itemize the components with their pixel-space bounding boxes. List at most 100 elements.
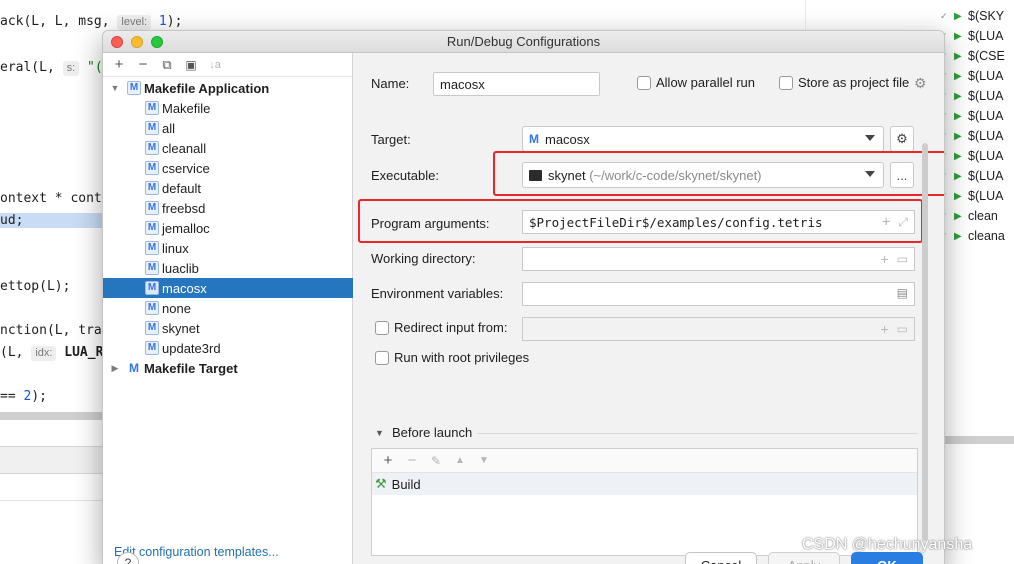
code-line-highlighted: ud;	[0, 213, 102, 228]
tree-group-makefile-application[interactable]: ▼ M Makefile Application	[103, 78, 353, 98]
configuration-item[interactable]: Mlinux	[103, 238, 353, 258]
gear-icon: ⚙	[896, 131, 908, 146]
allow-parallel-checkbox[interactable]	[637, 76, 651, 90]
configuration-item-label: Makefile	[162, 100, 211, 116]
make-target-item[interactable]: ✓▶$(LUA	[940, 186, 1003, 206]
configuration-item[interactable]: Mskynet	[103, 318, 353, 338]
chevron-down-icon	[865, 135, 875, 141]
configuration-item[interactable]: Mcleanall	[103, 138, 353, 158]
plus-icon[interactable]: +	[880, 251, 888, 267]
remove-configuration-button[interactable]: −	[133, 55, 153, 75]
root-privileges-label: Run with root privileges	[394, 350, 530, 365]
store-project-checkbox[interactable]	[779, 76, 793, 90]
tree-group-label: Makefile Target	[144, 360, 238, 376]
environment-variables-label: Environment variables:	[371, 286, 504, 301]
move-up-icon[interactable]: ▲	[450, 451, 470, 471]
make-target-item[interactable]: ✓▶$(LUA	[940, 86, 1003, 106]
run-icon[interactable]: ▶	[954, 171, 968, 182]
target-settings-button[interactable]: ⚙	[890, 126, 914, 152]
panel-scrollbar[interactable]	[945, 436, 1014, 444]
run-icon[interactable]: ▶	[954, 151, 968, 162]
make-target-label: $(LUA	[968, 69, 1004, 83]
configuration-item[interactable]: Mall	[103, 118, 353, 138]
makefile-icon: M	[127, 81, 141, 95]
make-target-item[interactable]: ✓▶$(LUA	[940, 106, 1003, 126]
make-target-item[interactable]: ✓ ▶ $(SKY	[940, 6, 1004, 26]
copy-configuration-icon[interactable]: ⧉	[157, 55, 177, 75]
make-target-item[interactable]: ✓▶$(LUA	[940, 146, 1003, 166]
configuration-item-label: default	[162, 180, 202, 196]
chevron-down-icon[interactable]: ▼	[375, 428, 384, 438]
before-launch-item-label: Build	[391, 476, 421, 492]
configuration-item[interactable]: Mdefault	[103, 178, 353, 198]
make-target-label: clean	[968, 209, 998, 223]
run-icon[interactable]: ▶	[954, 31, 968, 42]
edit-icon[interactable]: ✎	[426, 451, 446, 471]
code-line: eral(L, s: "(r	[0, 60, 111, 76]
sort-icon[interactable]: ↓a	[205, 55, 225, 75]
working-directory-field[interactable]: + ▭	[522, 247, 915, 271]
remove-task-button[interactable]: −	[402, 451, 422, 471]
document-icon[interactable]: ▤	[897, 286, 908, 300]
chevron-down-icon[interactable]: ▼	[109, 83, 121, 93]
run-icon[interactable]: ▶	[954, 131, 968, 142]
add-configuration-button[interactable]: +	[109, 55, 129, 75]
configuration-item[interactable]: M Makefile	[103, 98, 353, 118]
make-target-label: $(LUA	[968, 189, 1004, 203]
form-scrollbar[interactable]	[922, 143, 928, 541]
plus-icon[interactable]: +	[880, 321, 888, 337]
run-icon[interactable]: ▶	[954, 191, 968, 202]
edit-templates-link[interactable]: Edit configuration templates...	[114, 545, 279, 559]
close-window-button[interactable]	[111, 36, 123, 48]
make-target-item[interactable]: ✓▶$(LUA	[940, 66, 1003, 86]
make-target-item[interactable]: ✓▶$(CSE	[940, 46, 1005, 66]
folder-icon[interactable]: ▭	[897, 322, 908, 336]
make-target-item[interactable]: ✓▶clean	[940, 206, 998, 226]
make-target-item[interactable]: ✓▶cleana	[940, 226, 1005, 246]
run-icon[interactable]: ▶	[954, 11, 968, 22]
minimize-window-button[interactable]	[131, 36, 143, 48]
add-task-button[interactable]: +	[378, 451, 398, 471]
configuration-item[interactable]: Mluaclib	[103, 258, 353, 278]
configuration-item[interactable]: Mfreebsd	[103, 198, 353, 218]
run-icon[interactable]: ▶	[954, 51, 968, 62]
folder-icon[interactable]: ▣	[181, 55, 201, 75]
makefile-icon: M	[145, 141, 159, 155]
configuration-item[interactable]: Mcservice	[103, 158, 353, 178]
make-target-item[interactable]: ✓▶$(LUA	[940, 166, 1003, 186]
run-icon[interactable]: ▶	[954, 231, 968, 242]
gear-icon[interactable]: ⚙	[914, 75, 927, 92]
run-icon[interactable]: ▶	[954, 211, 968, 222]
configuration-form: Name: macosx Allow parallel run Store as…	[354, 53, 944, 564]
configuration-item[interactable]: Mjemalloc	[103, 218, 353, 238]
editor-scrollbar[interactable]	[0, 412, 110, 420]
name-field[interactable]: macosx	[433, 72, 600, 96]
target-dropdown[interactable]: M macosx	[522, 126, 884, 152]
configuration-item-label: freebsd	[162, 200, 206, 216]
run-icon[interactable]: ▶	[954, 71, 968, 82]
redirect-input-field[interactable]: + ▭	[522, 317, 915, 341]
make-target-item[interactable]: ✓▶$(LUA	[940, 126, 1003, 146]
watermark: CSDN @hechunyansha	[802, 536, 973, 553]
make-target-label: $(LUA	[968, 149, 1004, 163]
environment-variables-field[interactable]: ▤	[522, 282, 915, 306]
make-target-item[interactable]: ✓▶$(LUA	[940, 26, 1003, 46]
configuration-item-label: linux	[162, 240, 189, 256]
configuration-item[interactable]: Mupdate3rd	[103, 338, 353, 358]
redirect-input-checkbox[interactable]	[375, 321, 389, 335]
code-line: ack(L, L, msg, level: 1);	[0, 14, 183, 30]
root-privileges-checkbox[interactable]	[375, 351, 389, 365]
cancel-button[interactable]: Cancel	[685, 552, 757, 564]
run-icon[interactable]: ▶	[954, 111, 968, 122]
run-icon[interactable]: ▶	[954, 91, 968, 102]
tree-group-makefile-target[interactable]: ▶ M Makefile Target	[103, 358, 353, 378]
configuration-item[interactable]: Mmacosx	[103, 278, 353, 298]
folder-icon[interactable]: ▭	[897, 252, 908, 266]
tree-group-label: Makefile Application	[144, 80, 270, 96]
chevron-right-icon[interactable]: ▶	[109, 363, 121, 374]
move-down-icon[interactable]: ▼	[474, 451, 494, 471]
zoom-window-button[interactable]	[151, 36, 163, 48]
before-launch-item[interactable]: ⚒ Build	[372, 473, 917, 495]
makefile-icon: M	[529, 132, 539, 146]
configuration-item[interactable]: Mnone	[103, 298, 353, 318]
